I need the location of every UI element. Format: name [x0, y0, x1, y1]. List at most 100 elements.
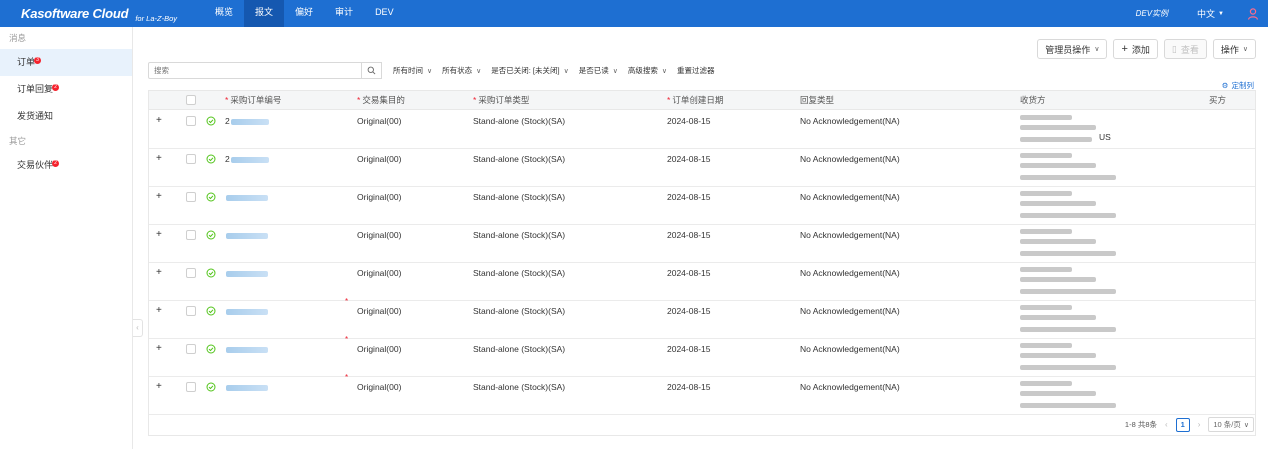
sidebar-item[interactable]: 订单3	[0, 49, 132, 76]
column-header-created[interactable]: * 订单创建日期	[667, 91, 723, 110]
check-circle-icon	[206, 192, 216, 202]
ack-type-cell: No Acknowledgement(NA)	[800, 154, 900, 164]
table-row[interactable]: +2 Original(00) Stand-alone (Stock)(SA) 202…	[149, 111, 1255, 149]
po-number-link[interactable]	[226, 385, 268, 391]
required-marker: *	[345, 373, 349, 382]
row-checkbox[interactable]	[186, 306, 196, 316]
purpose-cell: Original(00)	[357, 344, 402, 354]
ship-to-address-line	[1020, 191, 1072, 196]
ship-to-address-line	[1020, 251, 1116, 256]
expand-row-icon[interactable]: +	[156, 153, 162, 164]
nav-item[interactable]: 报文	[244, 0, 285, 27]
toolbar-actions: 管理员操作 ∨ + 添加 ▯ 查看 操作 ∨	[1037, 39, 1256, 59]
search-button[interactable]	[362, 62, 382, 79]
po-number-link[interactable]	[231, 157, 269, 163]
sidebar-item-label: 订单回复	[17, 84, 54, 94]
page-size-selector[interactable]: 10 条/页 ∨	[1208, 417, 1254, 432]
row-checkbox[interactable]	[186, 116, 196, 126]
ship-to-address-line	[1020, 353, 1096, 358]
brand-logo[interactable]: Kasoftware Cloud for La-Z-Boy	[0, 6, 198, 23]
table-row[interactable]: + Original(00) Stand-alone (Stock)(SA) 2024…	[149, 187, 1255, 225]
language-selector[interactable]: 中文 ▼	[1197, 7, 1224, 20]
po-number-link[interactable]	[231, 119, 269, 125]
search-input[interactable]	[148, 62, 362, 79]
check-circle-icon	[206, 154, 216, 164]
select-all-checkbox[interactable]	[186, 95, 196, 105]
ship-to-address-line	[1020, 305, 1072, 310]
column-header-label: 收货方	[1020, 95, 1046, 105]
row-checkbox[interactable]	[186, 154, 196, 164]
table-row[interactable]: + Original(00) Stand-alone (Stock)(SA) 2024…	[149, 263, 1255, 301]
next-page-button[interactable]: ›	[1195, 420, 1204, 429]
nav-item[interactable]: 审计	[324, 0, 364, 27]
chevron-down-icon: ∨	[427, 67, 433, 75]
po-number-link[interactable]	[226, 195, 268, 201]
time-filter[interactable]: 所有时间 ∨	[393, 65, 432, 76]
po-number-prefix[interactable]: 2	[225, 149, 230, 169]
status-filter[interactable]: 所有状态 ∨	[442, 65, 481, 76]
prev-page-button[interactable]: ‹	[1162, 420, 1171, 429]
read-filter[interactable]: 是否已读 ∨	[579, 65, 618, 76]
chevron-down-icon: ∨	[476, 67, 482, 75]
instance-label[interactable]: DEV实例	[1136, 8, 1168, 19]
nav-item[interactable]: DEV	[364, 0, 405, 27]
operate-button[interactable]: 操作 ∨	[1212, 39, 1256, 59]
column-header-label: 订单创建日期	[672, 95, 724, 105]
expand-row-icon[interactable]: +	[156, 381, 162, 392]
nav-item[interactable]: 偏好	[284, 0, 324, 27]
expand-row-icon[interactable]: +	[156, 305, 162, 316]
table-row[interactable]: +2 Original(00) Stand-alone (Stock)(SA) 202…	[149, 149, 1255, 187]
reset-filters-link[interactable]: 重置过滤器	[677, 65, 715, 76]
row-checkbox[interactable]	[186, 192, 196, 202]
check-circle-icon	[206, 116, 216, 126]
column-header-po-number[interactable]: * 采购订单编号	[225, 91, 281, 110]
table-row[interactable]: + * Original(00) Stand-alone (Stock)(SA) 202…	[149, 297, 1255, 339]
po-number-prefix[interactable]: 2	[225, 111, 230, 131]
column-header-buyer[interactable]: 买方	[1209, 91, 1226, 110]
po-number-link[interactable]	[226, 309, 268, 315]
add-button[interactable]: + 添加	[1113, 39, 1158, 59]
created-date-cell: 2024-08-15	[667, 344, 711, 354]
ship-to-address-line	[1020, 327, 1116, 332]
required-marker: *	[345, 335, 349, 344]
row-checkbox[interactable]	[186, 344, 196, 354]
expand-row-icon[interactable]: +	[156, 229, 162, 240]
advanced-search[interactable]: 高级搜索 ∨	[628, 65, 667, 76]
admin-actions-button[interactable]: 管理员操作 ∨	[1037, 39, 1108, 59]
column-header-ack-type[interactable]: 回复类型	[800, 91, 834, 110]
add-label: 添加	[1131, 44, 1150, 55]
created-date-cell: 2024-08-15	[667, 154, 711, 164]
sidebar-item[interactable]: 订单回复2	[0, 76, 132, 103]
ack-type-cell: No Acknowledgement(NA)	[800, 268, 900, 278]
po-number-link[interactable]	[226, 271, 268, 277]
ship-to-address-line	[1020, 391, 1096, 396]
table-row[interactable]: + * Original(00) Stand-alone (Stock)(SA) 202…	[149, 335, 1255, 377]
sidebar-item[interactable]: 交易伙伴2	[0, 152, 132, 179]
expand-row-icon[interactable]: +	[156, 267, 162, 278]
table-row[interactable]: + Original(00) Stand-alone (Stock)(SA) 2024…	[149, 225, 1255, 263]
notification-badge: 2	[52, 160, 60, 167]
nav-item[interactable]: 概览	[204, 0, 244, 27]
row-checkbox[interactable]	[186, 268, 196, 278]
po-number-link[interactable]	[226, 233, 268, 239]
po-number-link[interactable]	[226, 347, 268, 353]
view-button[interactable]: ▯ 查看	[1163, 39, 1207, 59]
page-number-current[interactable]: 1	[1175, 417, 1190, 432]
column-header-po-type[interactable]: * 采购订单类型	[473, 91, 529, 110]
sidebar-collapse-handle[interactable]: ‹	[133, 319, 143, 337]
user-icon[interactable]	[1246, 7, 1260, 21]
column-header-purpose[interactable]: * 交易集目的	[357, 91, 405, 110]
expand-row-icon[interactable]: +	[156, 343, 162, 354]
expand-row-icon[interactable]: +	[156, 115, 162, 126]
closed-filter[interactable]: 是否已关闭: [未关闭] ∨	[491, 65, 568, 76]
purpose-cell: Original(00)	[357, 306, 402, 316]
expand-row-icon[interactable]: +	[156, 191, 162, 202]
table-row[interactable]: + * Original(00) Stand-alone (Stock)(SA) 202…	[149, 373, 1255, 415]
brand-subtitle: for La-Z-Boy	[135, 14, 178, 23]
row-checkbox[interactable]	[186, 382, 196, 392]
sidebar-item[interactable]: 发货通知	[0, 103, 132, 130]
row-checkbox[interactable]	[186, 230, 196, 240]
advanced-search-label: 高级搜索	[627, 66, 658, 75]
column-header-ship-to[interactable]: 收货方	[1020, 91, 1046, 110]
ack-type-cell: No Acknowledgement(NA)	[800, 382, 900, 392]
